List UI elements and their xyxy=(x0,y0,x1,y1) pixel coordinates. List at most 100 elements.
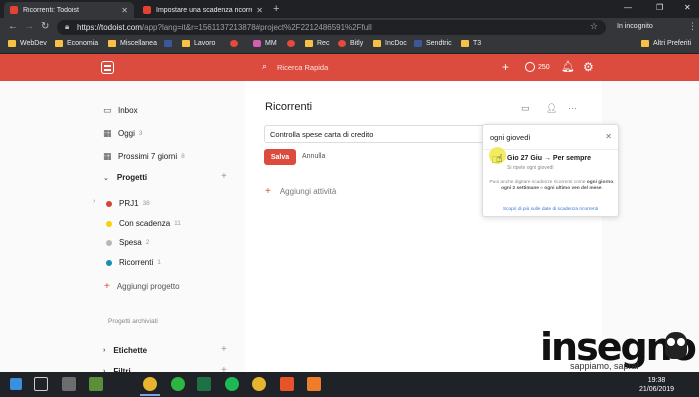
notepad-icon[interactable] xyxy=(89,377,103,391)
add-task-button[interactable]: + Aggiungi attività xyxy=(265,186,336,197)
calculator-icon[interactable] xyxy=(62,377,76,391)
bookmarks-bar: WebDev Economia Miscellanea Lavoro MM Re… xyxy=(0,37,699,54)
brand-tagline: sappiamo, sapral xyxy=(570,361,639,371)
inbox-icon: ▭ xyxy=(103,105,112,115)
bookmark-folder[interactable]: Rec xyxy=(305,40,329,47)
restore-icon[interactable]: ❐ xyxy=(656,3,663,12)
browser-menu-icon[interactable]: ⋮ xyxy=(688,21,697,32)
browser-tab[interactable]: Impostare una scadenza ricorre ✕ xyxy=(137,2,269,18)
project-item[interactable]: Con scadenza 11 xyxy=(103,219,181,228)
bookmark-folder[interactable]: Lavoro xyxy=(182,40,215,47)
app-icon[interactable] xyxy=(280,377,294,391)
folder-icon xyxy=(108,40,116,47)
add-label-icon[interactable]: + xyxy=(221,344,227,355)
bookmark-site-icon xyxy=(253,40,261,47)
hand-cursor-icon: ☝ xyxy=(496,153,503,165)
learn-more-link[interactable]: Scopri di più sulle date di scadenza ric… xyxy=(483,207,618,212)
todoist-logo-icon[interactable] xyxy=(101,61,114,74)
app-icon[interactable] xyxy=(307,377,321,391)
sidebar: ▭ Inbox ▦ Oggi 3 ▦ Prossimi 7 giorni 8 ⌄ Proge… xyxy=(0,81,245,376)
recurring-hint: Puoi anche digitare scadenze ricorrenti … xyxy=(489,180,615,191)
chevron-right-icon[interactable]: › xyxy=(93,198,95,205)
taskbar-clock[interactable]: 19:38 21/06/2019 xyxy=(639,376,674,394)
add-task-icon[interactable]: + xyxy=(502,60,509,74)
plus-icon: + xyxy=(265,186,271,197)
chrome-icon[interactable] xyxy=(140,377,160,396)
bookmark-link[interactable]: MM xyxy=(253,40,277,47)
folder-icon xyxy=(305,40,313,47)
save-button[interactable]: Salva xyxy=(264,149,296,165)
task-input-value: Controlla spese carta di credito xyxy=(270,130,374,139)
chrome-icon[interactable] xyxy=(252,377,266,391)
lock-icon: 🔒︎ xyxy=(65,22,70,31)
project-item[interactable]: PRJ1 38 xyxy=(103,199,150,208)
facebook-icon xyxy=(164,40,172,47)
bookmark-star-icon[interactable]: ☆ xyxy=(590,21,598,32)
folder-icon xyxy=(373,40,381,47)
schedule-popup: ogni giovedì ✕ Gio 27 Giu → Per sempre S… xyxy=(482,124,619,217)
task-view-icon[interactable] xyxy=(34,377,48,391)
more-options-icon[interactable]: ··· xyxy=(568,103,577,113)
reload-icon[interactable]: ↻ xyxy=(41,21,49,32)
other-bookmarks[interactable]: Altri Preferiti xyxy=(641,40,691,47)
windows-taskbar: 19:38 21/06/2019 xyxy=(0,372,699,397)
add-project-icon[interactable]: + xyxy=(221,171,227,182)
bookmark-link[interactable] xyxy=(287,40,299,47)
cancel-button[interactable]: Annulla xyxy=(302,153,325,160)
bookmark-folder[interactable]: IncDoc xyxy=(373,40,407,47)
incognito-label: In incognito xyxy=(617,23,653,30)
folder-icon xyxy=(461,40,469,47)
close-tab-icon[interactable]: ✕ xyxy=(256,6,263,15)
bookmark-link[interactable] xyxy=(164,40,176,47)
window-close-icon[interactable]: ✕ xyxy=(684,3,691,12)
forward-icon[interactable]: → xyxy=(24,21,34,32)
bookmark-link[interactable] xyxy=(230,40,242,47)
calendar-week-icon: ▦ xyxy=(103,151,112,161)
quick-search[interactable]: ⌕ Ricerca Rapida xyxy=(254,60,422,75)
sidebar-item-today[interactable]: ▦ Oggi 3 xyxy=(103,128,143,139)
address-bar[interactable]: 🔒︎ https://todoist.com/app?lang=it&r=156… xyxy=(57,20,606,35)
minimize-icon[interactable]: — xyxy=(624,3,632,12)
sidebar-item-inbox[interactable]: ▭ Inbox xyxy=(103,105,138,116)
owl-logo-icon xyxy=(665,332,687,359)
bookmark-link[interactable]: Bitly xyxy=(338,40,363,47)
add-person-icon[interactable]: 👤︎ xyxy=(546,103,557,114)
bookmark-folder[interactable]: T3 xyxy=(461,40,481,47)
bookmark-folder[interactable]: WebDev xyxy=(8,40,47,47)
close-icon[interactable]: ✕ xyxy=(605,132,612,141)
project-item[interactable]: Spesa 2 xyxy=(103,238,149,247)
excel-icon[interactable] xyxy=(197,377,211,391)
sidebar-item-next7[interactable]: ▦ Prossimi 7 giorni 8 xyxy=(103,151,185,162)
due-date-input[interactable]: ogni giovedì xyxy=(490,133,530,142)
calendar-today-icon: ▦ xyxy=(103,128,112,138)
page-title: Ricorrenti xyxy=(265,101,313,113)
folder-icon xyxy=(641,40,649,47)
labels-heading[interactable]: › Etichette xyxy=(103,346,147,355)
gear-icon[interactable]: ⚙ xyxy=(583,60,594,74)
projects-heading[interactable]: ⌄ Progetti xyxy=(103,173,147,182)
bookmark-folder[interactable]: Miscellanea xyxy=(108,40,157,47)
spotify-icon[interactable] xyxy=(225,377,239,391)
browser-tab-active[interactable]: Ricorrenti: Todoist ✕ xyxy=(4,2,134,18)
plus-icon: + xyxy=(104,281,110,292)
url-text: https://todoist.com/app?lang=it&r=156113… xyxy=(77,23,372,32)
bookmark-site-icon xyxy=(230,40,238,47)
folder-icon xyxy=(8,40,16,47)
project-color-dot xyxy=(106,220,112,227)
whatsapp-icon[interactable] xyxy=(171,377,185,391)
brand-watermark: insegno sappiamo, sapral xyxy=(540,325,697,373)
folder-icon xyxy=(55,40,63,47)
bookmark-folder[interactable]: Economia xyxy=(55,40,98,47)
close-tab-icon[interactable]: ✕ xyxy=(121,6,128,15)
new-tab-icon[interactable]: + xyxy=(273,3,279,15)
project-item[interactable]: Ricorrenti 1 xyxy=(103,258,161,267)
windows-start-icon[interactable] xyxy=(10,378,22,390)
bell-icon[interactable]: 🔔︎ xyxy=(561,60,575,73)
comment-icon[interactable]: ▭ xyxy=(521,103,530,114)
recurring-option[interactable]: Gio 27 Giu → Per sempre xyxy=(507,155,591,162)
add-project-button[interactable]: + Aggiungi progetto xyxy=(103,281,180,292)
back-icon[interactable]: ← xyxy=(8,21,18,32)
archived-projects-link[interactable]: Progetti archiviati xyxy=(108,318,158,325)
karma-indicator[interactable]: 250 xyxy=(525,62,550,72)
bookmark-link[interactable]: Sendtric xyxy=(414,40,452,47)
